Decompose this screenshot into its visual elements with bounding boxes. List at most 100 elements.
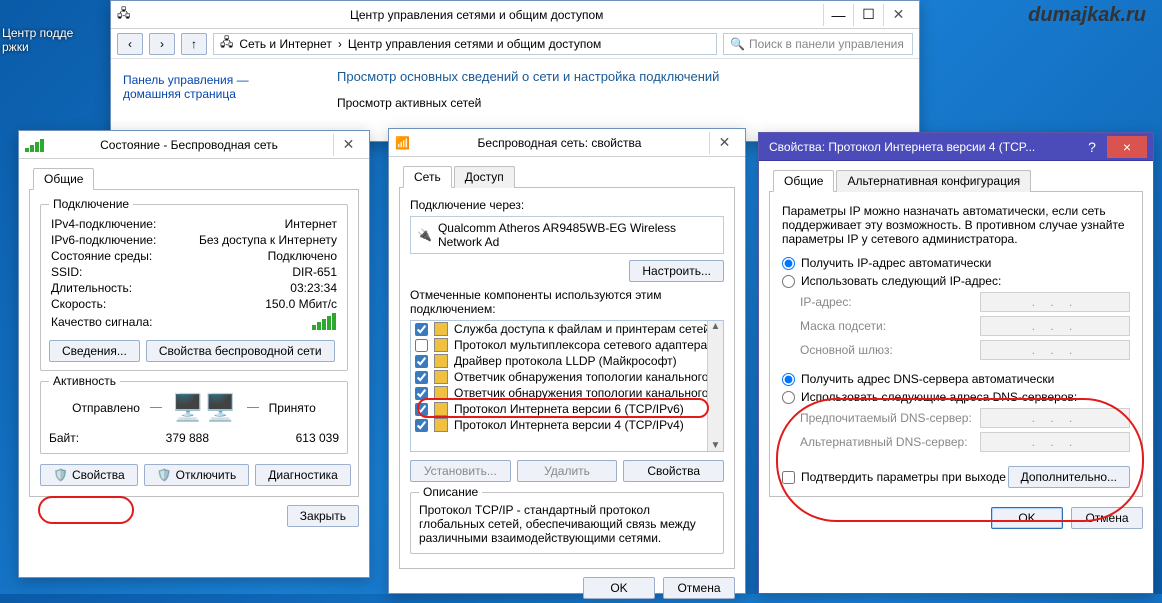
nav-forward-button[interactable]: › bbox=[149, 33, 175, 55]
media-state-value: Подключено bbox=[176, 249, 337, 263]
breadcrumb[interactable]: 🖧 Сеть и Интернет › Центр управления сет… bbox=[213, 33, 717, 55]
sent-label: Отправлено bbox=[72, 401, 140, 415]
confirm-on-exit-checkbox[interactable]: Подтвердить параметры при выходе bbox=[782, 470, 1006, 484]
explorer-title: Центр управления сетями и общим доступом bbox=[136, 8, 817, 22]
close-button[interactable]: ✕ bbox=[883, 4, 913, 26]
ok-button[interactable]: OK bbox=[991, 507, 1063, 529]
close-button[interactable]: × bbox=[1107, 136, 1147, 158]
explorer-window: 🖧 Центр управления сетями и общим доступ… bbox=[110, 0, 920, 142]
page-heading: Просмотр основных сведений о сети и наст… bbox=[337, 69, 905, 84]
ip-address-field: . . . bbox=[980, 292, 1130, 312]
disable-button[interactable]: 🛡️ Отключить bbox=[144, 464, 250, 486]
search-input[interactable]: 🔍 Поиск в панели управления bbox=[723, 33, 913, 55]
monitors-icon: 🖥️🖥️ bbox=[172, 392, 237, 423]
network-center-icon: 🖧 bbox=[117, 4, 130, 25]
nav-back-button[interactable]: ‹ bbox=[117, 33, 143, 55]
bytes-sent-value: 379 888 bbox=[166, 431, 209, 445]
radio-ip-manual[interactable]: Использовать следующий IP-адрес: bbox=[782, 274, 1130, 288]
preferred-dns-label: Предпочитаемый DNS-сервер: bbox=[800, 411, 972, 425]
tab-network[interactable]: Сеть bbox=[403, 166, 452, 188]
ipv4-properties-window: Свойства: Протокол Интернета версии 4 (T… bbox=[758, 132, 1154, 594]
close-button[interactable]: ✕ bbox=[709, 132, 739, 154]
gateway-field: . . . bbox=[980, 340, 1130, 360]
activity-group-label: Активность bbox=[49, 374, 120, 388]
status-titlebar[interactable]: Состояние - Беспроводная сеть ✕ bbox=[19, 131, 369, 159]
speed-value: 150.0 Мбит/с bbox=[176, 297, 337, 311]
alternate-dns-label: Альтернативный DNS-сервер: bbox=[800, 435, 968, 449]
watermark-text: dumajkak.ru bbox=[1028, 4, 1146, 27]
details-button[interactable]: Сведения... bbox=[49, 340, 140, 362]
list-item: Служба доступа к файлам и принтерам сете… bbox=[411, 321, 723, 337]
install-button[interactable]: Установить... bbox=[410, 460, 511, 482]
desktop-icon-label: Центр подде ржки bbox=[2, 26, 73, 54]
uninstall-button[interactable]: Удалить bbox=[517, 460, 618, 482]
protocol-icon bbox=[434, 418, 448, 432]
nav-up-button[interactable]: ↑ bbox=[181, 33, 207, 55]
recv-label: Принято bbox=[269, 401, 316, 415]
control-panel-home-link[interactable]: Панель управления — домашняя страница bbox=[123, 73, 311, 101]
cancel-button[interactable]: Отмена bbox=[1071, 507, 1143, 529]
help-button[interactable]: ? bbox=[1077, 136, 1107, 158]
ok-button[interactable]: OK bbox=[583, 577, 655, 599]
minimize-button[interactable]: — bbox=[823, 4, 853, 26]
page-subheading: Просмотр активных сетей bbox=[337, 96, 905, 110]
shield-icon: 🛡️ bbox=[157, 468, 172, 482]
explorer-titlebar[interactable]: 🖧 Центр управления сетями и общим доступ… bbox=[111, 1, 919, 29]
components-listbox[interactable]: Служба доступа к файлам и принтерам сете… bbox=[410, 320, 724, 452]
cancel-button[interactable]: Отмена bbox=[663, 577, 735, 599]
tab-general[interactable]: Общие bbox=[773, 170, 834, 192]
item-properties-button[interactable]: Свойства bbox=[623, 460, 724, 482]
list-item: Протокол Интернета версии 4 (TCP/IPv4) bbox=[411, 417, 723, 433]
description-group-label: Описание bbox=[419, 485, 482, 499]
radio-dns-manual[interactable]: Использовать следующие адреса DNS-сервер… bbox=[782, 390, 1130, 404]
explorer-sidebar: Панель управления — домашняя страница bbox=[111, 59, 323, 139]
list-item: Ответчик обнаружения топологии канальног… bbox=[411, 385, 723, 401]
configure-button[interactable]: Настроить... bbox=[629, 260, 724, 282]
properties-button[interactable]: 🛡️ Свойства bbox=[40, 464, 138, 486]
connection-group-label: Подключение bbox=[49, 197, 133, 211]
duration-label: Длительность: bbox=[51, 281, 174, 295]
protocol-icon bbox=[434, 338, 448, 352]
ipv6-label: IPv6-подключение: bbox=[51, 233, 174, 247]
close-button[interactable]: ✕ bbox=[333, 134, 363, 156]
tab-alt-config[interactable]: Альтернативная конфигурация bbox=[836, 170, 1031, 192]
preferred-dns-field: . . . bbox=[980, 408, 1130, 428]
list-item: Драйвер протокола LLDP (Майкрософт) bbox=[411, 353, 723, 369]
list-item: Протокол Интернета версии 6 (TCP/IPv6) bbox=[411, 401, 723, 417]
adapter-properties-titlebar[interactable]: 📶 Беспроводная сеть: свойства ✕ bbox=[389, 129, 745, 157]
scroll-up-icon[interactable]: ▲ bbox=[711, 321, 721, 332]
wifi-properties-button[interactable]: Свойства беспроводной сети bbox=[146, 340, 335, 362]
advanced-button[interactable]: Дополнительно... bbox=[1008, 466, 1130, 488]
protocol-icon bbox=[434, 354, 448, 368]
maximize-button[interactable]: ☐ bbox=[853, 4, 883, 26]
bytes-label: Байт: bbox=[49, 431, 79, 445]
search-icon: 🔍 bbox=[730, 37, 745, 51]
adapter-icon: 🔌 bbox=[417, 228, 432, 242]
radio-ip-auto[interactable]: Получить IP-адрес автоматически bbox=[782, 256, 1130, 270]
subnet-mask-label: Маска подсети: bbox=[800, 319, 886, 333]
adapter-icon: 📶 bbox=[395, 136, 410, 150]
media-state-label: Состояние среды: bbox=[51, 249, 174, 263]
service-icon bbox=[434, 322, 448, 336]
signal-quality-icon bbox=[312, 313, 337, 330]
ssid-value: DIR-651 bbox=[176, 265, 337, 279]
ipv4-titlebar[interactable]: Свойства: Протокол Интернета версии 4 (T… bbox=[759, 133, 1153, 161]
list-item: Ответчик обнаружения топологии канальног… bbox=[411, 369, 723, 385]
connect-via-label: Подключение через: bbox=[410, 198, 724, 212]
radio-dns-auto[interactable]: Получить адрес DNS-сервера автоматически bbox=[782, 372, 1130, 386]
ipv4-intro-text: Параметры IP можно назначать автоматичес… bbox=[782, 204, 1130, 246]
breadcrumb-segment[interactable]: Сеть и Интернет bbox=[239, 37, 331, 51]
ip-address-label: IP-адрес: bbox=[800, 295, 852, 309]
components-label: Отмеченные компоненты используются этим … bbox=[410, 288, 724, 316]
scroll-down-icon[interactable]: ▼ bbox=[711, 440, 721, 451]
scrollbar[interactable]: ▲▼ bbox=[707, 321, 723, 451]
description-text: Протокол TCP/IP - стандартный протокол г… bbox=[419, 503, 715, 545]
tab-general[interactable]: Общие bbox=[33, 168, 94, 190]
diagnose-button[interactable]: Диагностика bbox=[255, 464, 351, 486]
tab-access[interactable]: Доступ bbox=[454, 166, 515, 188]
subnet-mask-field: . . . bbox=[980, 316, 1130, 336]
duration-value: 03:23:34 bbox=[176, 281, 337, 295]
breadcrumb-segment[interactable]: Центр управления сетями и общим доступом bbox=[348, 37, 602, 51]
protocol-icon bbox=[434, 370, 448, 384]
close-button[interactable]: Закрыть bbox=[287, 505, 359, 527]
